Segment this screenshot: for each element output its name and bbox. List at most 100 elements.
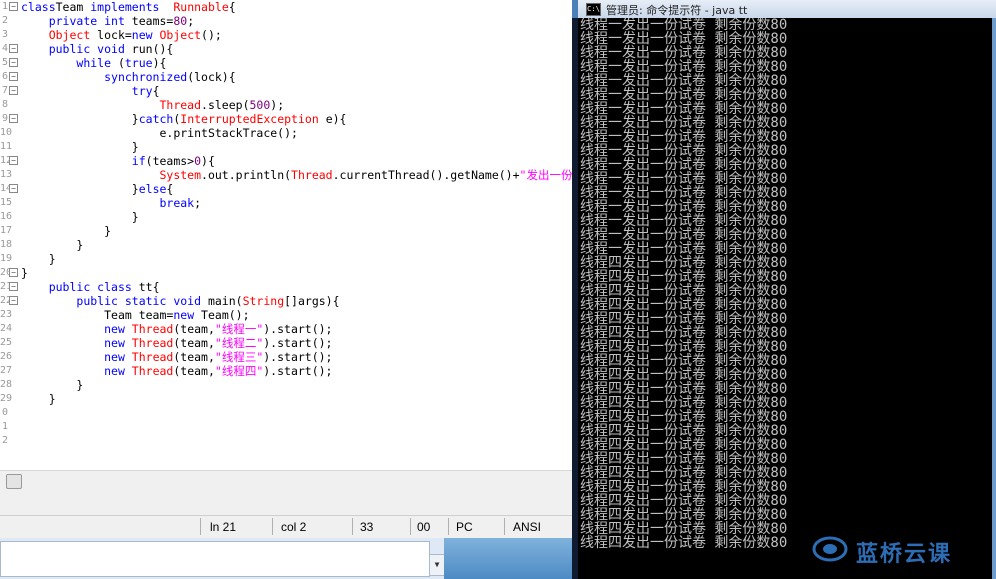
lanqiao-logo-icon — [812, 536, 848, 562]
code-token: { — [228, 0, 236, 14]
fold-toggle-icon[interactable]: − — [9, 268, 18, 277]
line-number: 26 — [0, 351, 13, 362]
code-line[interactable]: 25 new Thread(team,"线程二").start(); — [0, 336, 572, 350]
fold-toggle-icon[interactable]: − — [9, 44, 18, 53]
code-token: teams= — [124, 14, 174, 28]
code-line[interactable]: 20−} — [0, 266, 572, 280]
scrollbar-thumb[interactable] — [6, 474, 22, 489]
chevron-down-icon[interactable]: ▼ — [429, 554, 445, 576]
console-output-line: 线程四发出一份试卷 剩余份数80 — [580, 255, 788, 271]
console-output-line: 线程一发出一份试卷 剩余份数80 — [580, 199, 788, 215]
line-number: 28 — [0, 379, 13, 390]
code-token: new — [104, 336, 125, 350]
code-line[interactable]: 9− }catch(InterruptedException e){ — [0, 112, 572, 126]
code-line[interactable]: 11 } — [0, 140, 572, 154]
code-text: Object lock=new Object(); — [21, 28, 222, 42]
console-output-line: 线程一发出一份试卷 剩余份数80 — [580, 115, 788, 131]
code-line[interactable]: 29 } — [0, 392, 572, 406]
code-text: public class tt{ — [21, 280, 160, 294]
code-token: new — [131, 28, 153, 42]
code-line[interactable]: 6− synchronized(lock){ — [0, 70, 572, 84]
code-line[interactable]: 8 Thread.sleep(500); — [0, 98, 572, 112]
code-token: static — [117, 294, 167, 308]
code-token: main( — [201, 294, 243, 308]
line-number: 18 — [0, 239, 13, 250]
code-line[interactable]: 22− public static void main(String[]args… — [0, 294, 572, 308]
code-token: (team, — [173, 336, 215, 350]
code-line[interactable]: 28 } — [0, 378, 572, 392]
console-titlebar[interactable]: C:\ 管理员: 命令提示符 - java tt — [572, 0, 996, 18]
console-output-line: 线程四发出一份试卷 剩余份数80 — [580, 339, 788, 355]
code-token: ){ — [201, 154, 215, 168]
code-token: Thread — [124, 350, 174, 364]
code-line[interactable]: 17 } — [0, 224, 572, 238]
code-line[interactable]: 0 — [0, 406, 572, 420]
code-token: } — [48, 392, 56, 406]
code-line[interactable]: 18 } — [0, 238, 572, 252]
code-line[interactable]: 19 } — [0, 252, 572, 266]
code-text: while (true){ — [21, 56, 166, 70]
code-line[interactable]: 2 private int teams=80; — [0, 14, 572, 28]
code-text: Thread.sleep(500); — [21, 98, 284, 112]
status-line-ending: PC — [456, 520, 473, 534]
code-text: } — [21, 238, 83, 252]
line-number: 24 — [0, 323, 13, 334]
code-line[interactable]: 1− classTeam implements Runnable{ — [0, 0, 572, 14]
fold-toggle-icon[interactable]: − — [9, 296, 18, 305]
fold-toggle-icon[interactable]: − — [9, 184, 18, 193]
code-token: lock= — [90, 28, 132, 42]
fold-toggle-icon[interactable]: − — [9, 58, 18, 67]
code-line[interactable]: 12− if(teams>0){ — [0, 154, 572, 168]
code-line[interactable]: 16 } — [0, 210, 572, 224]
code-text: } — [21, 210, 139, 224]
code-line[interactable]: 24 new Thread(team,"线程一").start(); — [0, 322, 572, 336]
code-line[interactable]: 1 — [0, 420, 572, 434]
code-token: "线程二" — [214, 336, 264, 350]
code-token: } — [131, 140, 139, 154]
code-line[interactable]: 14− }else{ — [0, 182, 572, 196]
code-line[interactable]: 27 new Thread(team,"线程四").start(); — [0, 364, 572, 378]
line-number: 29 — [0, 393, 13, 404]
fold-toggle-icon[interactable]: − — [9, 156, 18, 165]
horizontal-scrollbar[interactable] — [0, 470, 572, 491]
code-token: (lock){ — [187, 70, 236, 84]
console-output-line: 线程一发出一份试卷 剩余份数80 — [580, 87, 788, 103]
console-output-line: 线程四发出一份试卷 剩余份数80 — [580, 465, 788, 481]
code-line[interactable]: 13 System.out.println(Thread.currentThre… — [0, 168, 572, 182]
console-output-line: 线程一发出一份试卷 剩余份数80 — [580, 101, 788, 117]
text-field[interactable] — [0, 541, 430, 577]
code-token: .currentThread().getName()+ — [332, 168, 520, 182]
code-token: (team, — [173, 364, 215, 378]
code-line[interactable]: 10 e.printStackTrace(); — [0, 126, 572, 140]
code-line[interactable]: 4− public void run(){ — [0, 42, 572, 56]
fold-toggle-icon[interactable]: − — [9, 114, 18, 123]
command-prompt-window[interactable]: C:\ 管理员: 命令提示符 - java tt 线程一发出一份试卷 剩余份数8… — [572, 0, 996, 579]
fold-toggle-icon[interactable]: − — [9, 282, 18, 291]
line-number: 5 — [1, 57, 8, 68]
code-line[interactable]: 5− while (true){ — [0, 56, 572, 70]
code-token: implements — [90, 0, 160, 14]
line-number: 22 — [0, 295, 13, 306]
code-line[interactable]: 26 new Thread(team,"线程三").start(); — [0, 350, 572, 364]
line-number: 15 — [0, 197, 13, 208]
code-text: } — [21, 140, 139, 154]
code-editor[interactable]: 1− classTeam implements Runnable{2 privat… — [0, 0, 572, 470]
code-line[interactable]: 3 Object lock=new Object(); — [0, 28, 572, 42]
code-text: } — [21, 224, 111, 238]
fold-toggle-icon[interactable]: − — [9, 72, 18, 81]
code-line[interactable]: 2 — [0, 434, 572, 448]
status-line: ln 21 — [210, 520, 237, 534]
code-token: InterruptedException — [180, 112, 319, 126]
code-text: private int teams=80; — [21, 14, 194, 28]
line-number: 19 — [0, 253, 13, 264]
code-line[interactable]: 23 Team team=new Team(); — [0, 308, 572, 322]
console-output-line: 线程四发出一份试卷 剩余份数80 — [580, 479, 788, 495]
fold-toggle-icon[interactable]: − — [9, 86, 18, 95]
code-line[interactable]: 15 break; — [0, 196, 572, 210]
fold-toggle-icon[interactable]: − — [9, 2, 18, 11]
logo-text: 蓝桥云课 — [856, 542, 953, 567]
code-line[interactable]: 7− try{ — [0, 84, 572, 98]
console-output[interactable]: 线程一发出一份试卷 剩余份数80 线程一发出一份试卷 剩余份数80 线程一发出一份试… — [578, 18, 992, 579]
code-line[interactable]: 21− public class tt{ — [0, 280, 572, 294]
code-token: Thread — [124, 364, 174, 378]
